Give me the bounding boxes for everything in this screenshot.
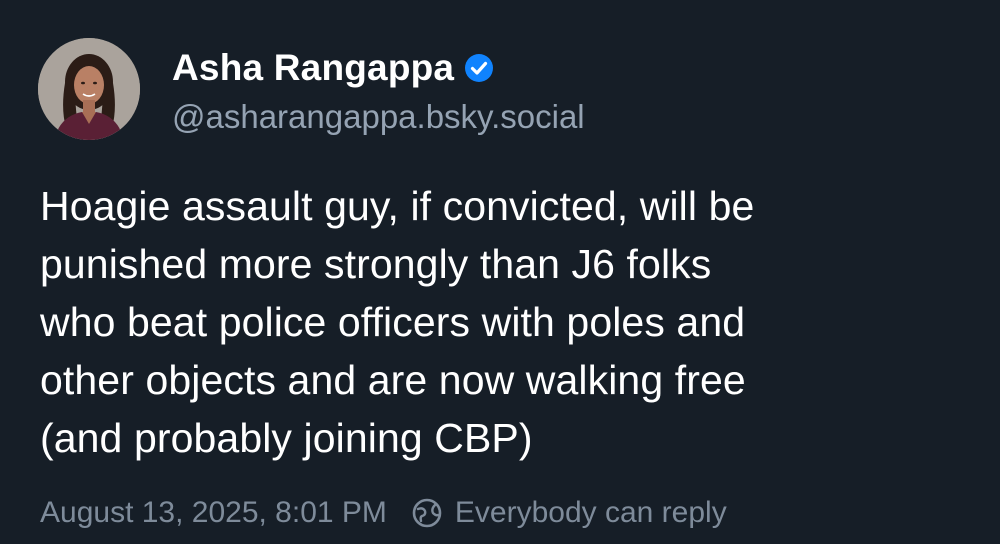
verified-check-icon[interactable] <box>464 53 494 83</box>
post-timestamp[interactable]: August 13, 2025, 8:01 PM <box>40 496 387 530</box>
globe-icon <box>411 497 443 529</box>
author-display-name[interactable]: Asha Rangappa <box>172 47 454 89</box>
author-handle[interactable]: @asharangappa.bsky.social <box>172 98 585 136</box>
post-meta: August 13, 2025, 8:01 PM Everybody can r… <box>40 496 727 530</box>
author-name-row: Asha Rangappa <box>172 42 585 94</box>
post-text: Hoagie assault guy, if convicted, will b… <box>40 183 755 461</box>
author-block: Asha Rangappa @asharangappa.bsky.social <box>172 42 585 136</box>
profile-photo <box>38 38 140 140</box>
avatar[interactable] <box>38 38 140 140</box>
reply-setting[interactable]: Everybody can reply <box>455 496 727 530</box>
